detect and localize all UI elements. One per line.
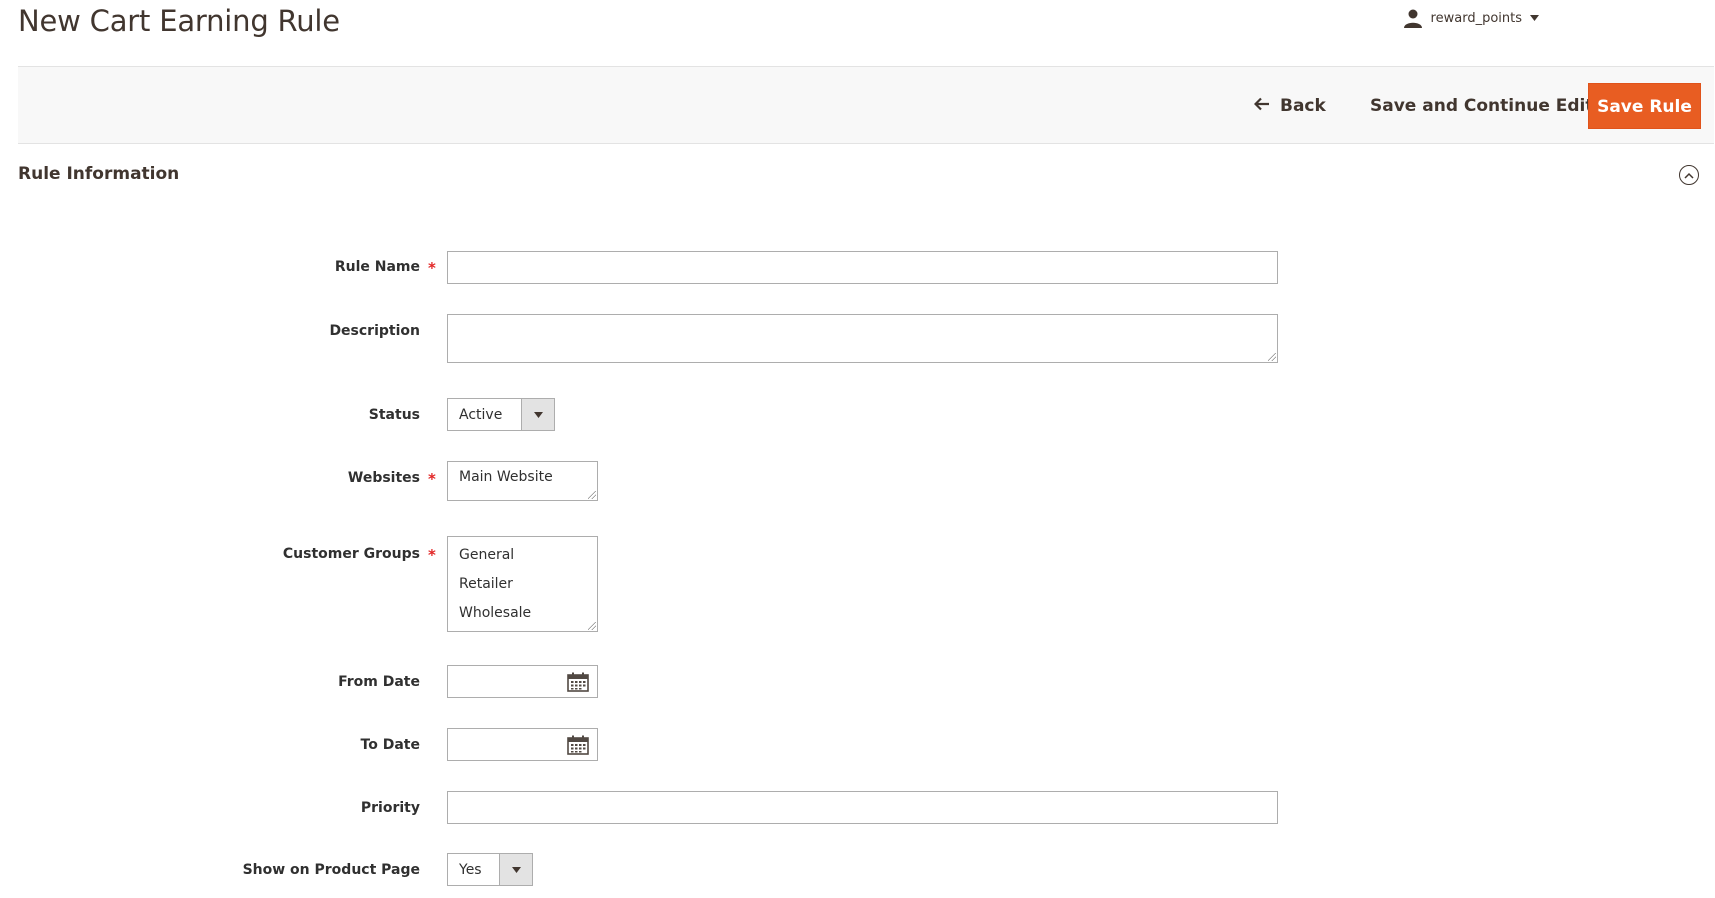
user-name: reward_points bbox=[1430, 10, 1522, 26]
resize-handle[interactable] bbox=[1268, 353, 1276, 361]
customer-group-option[interactable]: Wholesale bbox=[459, 599, 586, 628]
rule-name-label: Rule Name bbox=[334, 259, 420, 275]
rule-name-input[interactable] bbox=[447, 251, 1278, 284]
calendar-icon[interactable] bbox=[567, 735, 589, 755]
required-mark: * bbox=[428, 470, 436, 488]
user-icon bbox=[1403, 8, 1423, 28]
chevron-down-icon bbox=[521, 399, 554, 430]
user-menu[interactable]: reward_points bbox=[1403, 8, 1539, 28]
required-mark: * bbox=[428, 259, 436, 277]
show-on-product-page-value: Yes bbox=[459, 861, 482, 878]
from-date-input[interactable] bbox=[447, 665, 598, 698]
status-label: Status bbox=[368, 407, 420, 423]
calendar-icon[interactable] bbox=[567, 672, 589, 692]
page-actions-toolbar: Back Save and Continue Edit Save Rule bbox=[18, 66, 1714, 144]
description-textarea[interactable] bbox=[447, 314, 1278, 363]
chevron-down-icon bbox=[1530, 15, 1539, 21]
to-date-input[interactable] bbox=[447, 728, 598, 761]
resize-handle[interactable] bbox=[588, 622, 596, 630]
show-on-product-page-select[interactable]: Yes bbox=[447, 853, 533, 886]
websites-multiselect[interactable]: Main Website bbox=[447, 461, 598, 501]
save-rule-button[interactable]: Save Rule bbox=[1588, 83, 1701, 129]
priority-label: Priority bbox=[360, 800, 420, 816]
description-label: Description bbox=[329, 323, 420, 339]
status-select[interactable]: Active bbox=[447, 398, 555, 431]
back-label: Back bbox=[1280, 96, 1326, 116]
websites-option[interactable]: Main Website bbox=[459, 466, 586, 488]
websites-label: Websites bbox=[347, 470, 420, 486]
section-title[interactable]: Rule Information bbox=[18, 164, 179, 184]
customer-group-option[interactable]: Retailer bbox=[459, 570, 586, 599]
customer-groups-label: Customer Groups bbox=[282, 546, 420, 562]
back-button[interactable]: Back bbox=[1253, 83, 1326, 129]
save-and-continue-button[interactable]: Save and Continue Edit bbox=[1370, 83, 1594, 129]
page-title: New Cart Earning Rule bbox=[18, 4, 340, 38]
show-on-product-page-label: Show on Product Page bbox=[242, 862, 420, 878]
status-value: Active bbox=[459, 406, 503, 423]
customer-groups-multiselect[interactable]: General Retailer Wholesale bbox=[447, 536, 598, 632]
arrow-left-icon bbox=[1253, 83, 1270, 129]
resize-handle[interactable] bbox=[588, 491, 596, 499]
customer-group-option[interactable]: General bbox=[459, 541, 586, 570]
chevron-down-icon bbox=[499, 854, 532, 885]
required-mark: * bbox=[428, 546, 436, 564]
from-date-label: From Date bbox=[338, 674, 420, 690]
priority-input[interactable] bbox=[447, 791, 1278, 824]
collapse-up-icon[interactable] bbox=[1679, 165, 1699, 185]
to-date-label: To Date bbox=[360, 737, 420, 753]
